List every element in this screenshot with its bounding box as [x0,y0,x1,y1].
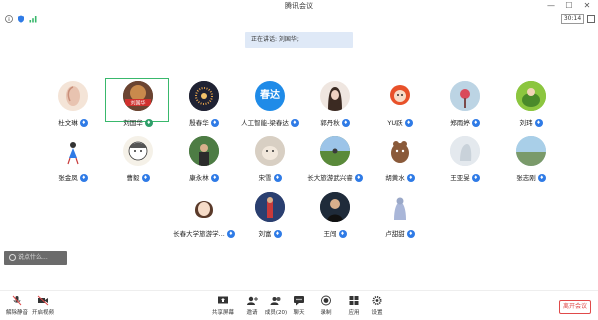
members-icon [270,297,281,305]
avatar [320,136,350,166]
screen-share-icon [218,296,228,304]
mic-icon: ♦ [338,230,347,238]
participant-tile[interactable]: 长大旅游武兴睿 ♦ [303,135,367,195]
participant-tile[interactable]: 郭丹秋 ♦ [303,80,367,140]
chat-icon [294,296,304,306]
avatar [320,192,350,222]
participant-name: 张志刚 ♦ [516,174,546,182]
avatar [58,136,88,166]
mic-icon: ♦ [406,230,415,238]
svg-text:刘国华: 刘国华 [130,100,145,107]
participant-tile[interactable]: YU跃 ♦ [368,80,432,140]
avatar [189,136,219,166]
mic-icon: ♦ [534,119,543,127]
participant-name: 卢甜甜 ♦ [385,230,415,238]
participant-tile[interactable]: 刘国华 刘国华 ♦ [106,80,170,140]
mic-icon: ♦ [537,174,546,182]
avatar [58,81,88,111]
avatar [516,136,546,166]
avatar [385,81,415,111]
participant-tile[interactable]: 殷春华 ♦ [172,80,236,140]
participant-tile[interactable]: 长春大学旅游学... ♦ [172,191,236,251]
chat-bubble-icon [9,254,16,261]
avatar [450,136,480,166]
participant-tile[interactable]: 王亚旻 ♦ [433,135,497,195]
participant-tile[interactable]: 刘玮 ♦ [499,80,563,140]
avatar [450,81,480,111]
participant-tile[interactable]: 张志刚 ♦ [499,135,563,195]
avatar [123,136,153,166]
avatar [516,81,546,111]
settings-button[interactable]: 设置 [362,295,392,319]
participant-tile[interactable]: 曹毅 ♦ [106,135,170,195]
video-button[interactable]: 开启视频 [28,295,58,319]
meeting-toolbar: 解除静音 开启视频 共享屏幕 邀请 成员(20) 聊天 录制 应用 设置 离开会… [0,290,598,320]
avatar [385,192,415,222]
record-icon [321,295,331,306]
participant-tile[interactable]: 刘富 ♦ [238,191,302,251]
participant-tile[interactable]: 杜文琳 ♦ [41,80,105,140]
share-screen-button[interactable]: 共享屏幕 [208,295,238,319]
apps-grid-icon [349,296,359,305]
add-user-icon [247,296,258,305]
meeting-window: 腾讯会议 — ☐ ✕ 30:14 正在讲话: 刘国华; 杜文琳 ♦ 刘国华 刘国… [0,0,598,320]
participant-grid: 杜文琳 ♦ 刘国华 刘国华 ♦ 殷春华 ♦ 春达 人工智能-梁春达 ♦ 郭丹秋 ♦ [0,0,598,320]
avatar [385,136,415,166]
mic-icon: ♦ [273,174,282,182]
avatar: 刘国华 [123,81,153,111]
avatar [189,81,219,111]
participant-tile[interactable]: 胡黄水 ♦ [368,135,432,195]
avatar [255,192,285,222]
participant-tile[interactable]: 宋雪 ♦ [238,135,302,195]
mic-muted-icon [12,295,22,306]
participant-tile[interactable]: 春达 人工智能-梁春达 ♦ [238,80,302,140]
avatar: 春达 [255,81,285,111]
avatar [255,136,285,166]
mic-icon: ♦ [273,230,282,238]
participant-name: 刘玮 ♦ [519,119,543,127]
participant-tile[interactable]: 王闯 ♦ [303,191,367,251]
camera-off-icon [37,295,49,306]
participant-tile[interactable]: 卢甜甜 ♦ [368,191,432,251]
chat-button[interactable]: 聊天 [284,295,314,319]
leave-meeting-button[interactable]: 离开会议 [559,300,591,314]
mic-icon: ♦ [141,174,150,182]
participant-tile[interactable]: 康永林 ♦ [172,135,236,195]
avatar [189,192,219,222]
record-button[interactable]: 录制 [311,295,341,319]
avatar [320,81,350,111]
participant-tile[interactable]: 张金凤 ♦ [41,135,105,195]
participant-tile[interactable]: 郑雨婷 ♦ [433,80,497,140]
mic-icon: ♦ [404,119,413,127]
gear-icon [372,296,382,305]
